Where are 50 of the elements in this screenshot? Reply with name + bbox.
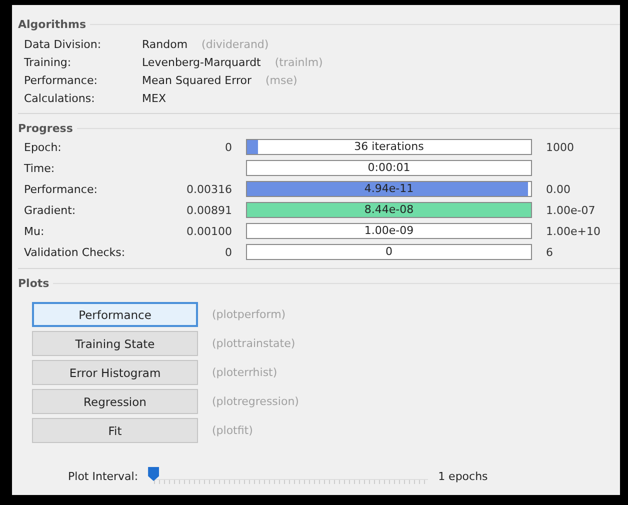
target-value: 1.00e+10 xyxy=(545,224,602,238)
target-value: 1000 xyxy=(545,140,575,154)
bar-value: 8.44e-08 xyxy=(363,203,415,217)
progress-label: Time: xyxy=(24,162,56,174)
function-name: (dividerand) xyxy=(202,38,269,51)
bar-value: 0 xyxy=(384,245,394,259)
field-value: Levenberg-Marquardt xyxy=(142,56,261,69)
bar-value: 4.94e-11 xyxy=(363,182,415,196)
function-name: (plotperform) xyxy=(212,308,287,321)
start-value: 0 xyxy=(224,140,233,154)
progress-label: Mu: xyxy=(24,224,46,238)
plot-button[interactable]: Regression xyxy=(32,389,198,414)
section-title: Plots xyxy=(18,277,50,290)
progress-label: Performance: xyxy=(24,182,98,196)
field-value: Random xyxy=(142,38,188,51)
slider-label: Plot Interval: xyxy=(68,470,138,482)
field-label: Calculations: xyxy=(24,92,96,105)
function-name: (plotfit) xyxy=(212,424,254,437)
function-name: (ploterrhist) xyxy=(212,366,278,379)
field-label: Training: xyxy=(24,56,72,69)
start-value: 0.00316 xyxy=(186,182,233,196)
start-value: 0.00891 xyxy=(186,204,233,216)
bar-value: 36 iterations xyxy=(353,140,425,154)
plot-button[interactable]: Error Histogram xyxy=(32,360,198,385)
function-name: (mse) xyxy=(265,74,298,87)
field-value: MEX xyxy=(142,92,166,105)
target-value: 0.00 xyxy=(545,182,572,196)
bar-value: 1.00e-09 xyxy=(363,224,415,238)
start-value: 0.00100 xyxy=(186,224,233,238)
slider-reading: 1 epochs xyxy=(438,470,488,482)
slider-thumb[interactable] xyxy=(148,467,160,481)
bar-value: 0:00:01 xyxy=(366,161,412,175)
start-value: 0 xyxy=(224,246,233,258)
slider-track[interactable] xyxy=(148,465,428,487)
section-title: Progress xyxy=(18,122,73,135)
field-label: Data Division: xyxy=(24,38,102,51)
function-name: (plottrainstate) xyxy=(212,337,296,350)
target-value: 6 xyxy=(545,246,554,258)
plot-button[interactable]: Training State xyxy=(32,331,198,356)
progress-label: Gradient: xyxy=(24,204,77,216)
progress-label: Validation Checks: xyxy=(24,246,126,258)
section-title: Algorithms xyxy=(18,18,86,31)
field-label: Performance: xyxy=(24,74,98,87)
plot-button[interactable]: Fit xyxy=(32,418,198,443)
function-name: (plotregression) xyxy=(212,395,300,408)
plot-button[interactable]: Performance xyxy=(32,302,198,327)
target-value: 1.00e-07 xyxy=(545,204,596,216)
function-name: (trainlm) xyxy=(274,56,323,69)
progress-label: Epoch: xyxy=(24,140,62,154)
field-value: Mean Squared Error xyxy=(142,74,252,87)
